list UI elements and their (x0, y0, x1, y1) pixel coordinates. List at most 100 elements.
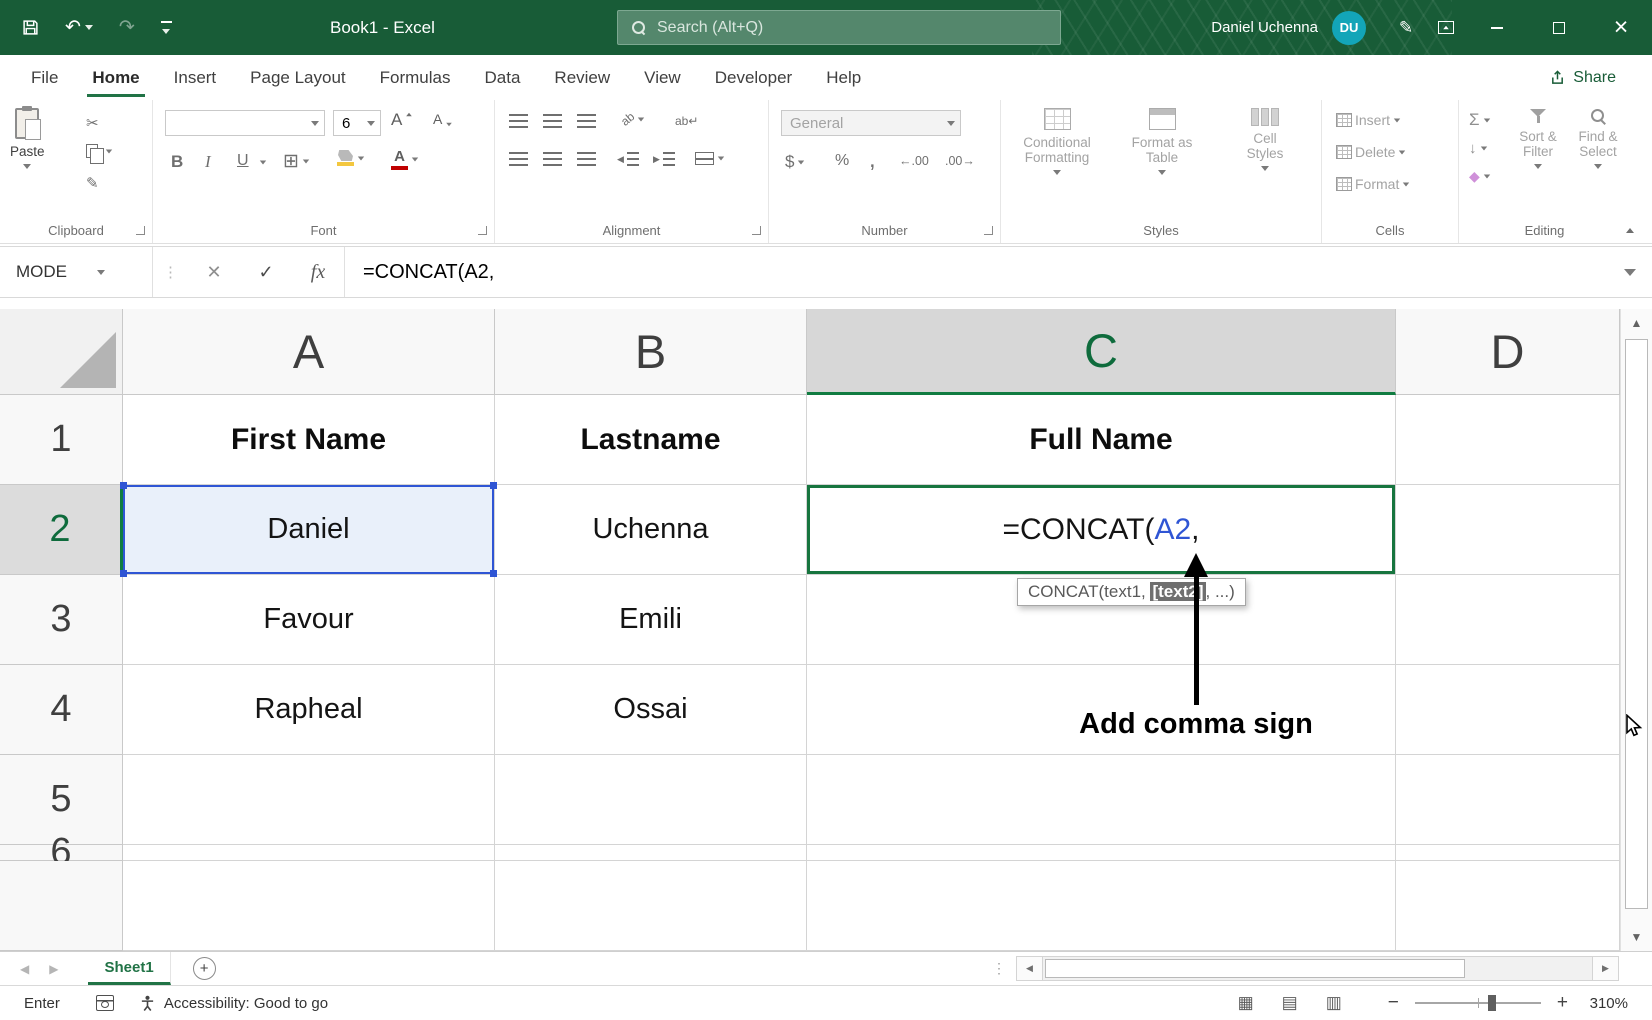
column-header-d[interactable]: D (1396, 309, 1620, 395)
cell-d3[interactable] (1396, 575, 1620, 665)
cell-b5[interactable] (495, 755, 807, 845)
cell-a2[interactable]: Daniel (123, 485, 495, 575)
horizontal-scrollbar[interactable]: ◀ ▶ (1016, 956, 1619, 981)
increase-decimal-button[interactable]: ←.00 (899, 154, 929, 168)
font-name-combo[interactable] (165, 110, 325, 136)
cell-c1[interactable]: Full Name (807, 395, 1396, 485)
cell-c2-editing[interactable]: =CONCAT(A2, (807, 485, 1396, 575)
cell-c5[interactable] (807, 755, 1396, 845)
autosum-button[interactable]: Σ (1469, 110, 1491, 130)
format-painter-button[interactable]: ✎ (86, 174, 99, 192)
cell-b6[interactable] (495, 845, 807, 861)
cell-d7[interactable] (1396, 861, 1620, 951)
clipboard-dialog-launcher[interactable] (136, 226, 145, 235)
row-header-6[interactable]: 6 (0, 845, 123, 861)
tab-file[interactable]: File (14, 55, 75, 100)
sheet-tab-sheet1[interactable]: Sheet1 (88, 952, 170, 985)
tab-help[interactable]: Help (809, 55, 878, 100)
zoom-slider[interactable] (1415, 1002, 1541, 1004)
clear-button[interactable]: ◆ (1469, 168, 1491, 185)
search-input[interactable]: Search (Alt+Q) (617, 10, 1061, 45)
comma-style-button[interactable]: , (869, 146, 876, 174)
page-layout-view-icon[interactable]: ▤ (1282, 993, 1298, 1013)
middle-align-button[interactable] (543, 114, 562, 128)
italic-button[interactable]: I (205, 152, 211, 172)
save-icon[interactable] (22, 19, 39, 36)
column-header-c[interactable]: C (807, 309, 1396, 395)
scroll-left-icon[interactable]: ◀ (1016, 956, 1043, 981)
select-all-corner[interactable] (0, 309, 123, 395)
cell-a4[interactable]: Rapheal (123, 665, 495, 755)
share-button[interactable]: Share (1550, 55, 1652, 100)
tab-formulas[interactable]: Formulas (363, 55, 468, 100)
cell-d1[interactable] (1396, 395, 1620, 485)
format-cells-button[interactable]: Format (1336, 176, 1410, 192)
row-header-3[interactable]: 3 (0, 575, 123, 665)
name-box[interactable]: MODE (0, 247, 152, 297)
alignment-dialog-launcher[interactable] (752, 226, 761, 235)
insert-cells-button[interactable]: Insert (1336, 112, 1401, 128)
row-header-1[interactable]: 1 (0, 395, 123, 485)
paste-button[interactable]: Paste (10, 108, 45, 169)
align-center-button[interactable] (543, 152, 562, 166)
tab-insert[interactable]: Insert (157, 55, 234, 100)
conditional-formatting-button[interactable]: Conditional Formatting (1007, 108, 1107, 175)
scroll-down-icon[interactable]: ▼ (1621, 930, 1652, 944)
enter-button[interactable]: ✓ (240, 247, 292, 297)
horizontal-scrollbar-thumb[interactable] (1045, 959, 1465, 978)
fill-color-button[interactable] (337, 150, 365, 166)
vertical-scrollbar[interactable]: ▲ ▼ (1620, 309, 1652, 951)
number-format-combo[interactable]: General (781, 110, 961, 136)
font-size-combo[interactable]: 6 (333, 110, 381, 136)
sort-filter-button[interactable]: Sort & Filter (1509, 108, 1567, 169)
cell-a6[interactable] (123, 845, 495, 861)
merge-center-button[interactable] (695, 152, 725, 165)
formula-input[interactable]: =CONCAT(A2, (363, 261, 494, 284)
find-select-button[interactable]: Find & Select (1571, 108, 1625, 169)
accounting-format-button[interactable]: $ (785, 152, 805, 172)
new-sheet-button[interactable]: + (193, 957, 216, 980)
cell-a1[interactable]: First Name (123, 395, 495, 485)
cell-d4[interactable] (1396, 665, 1620, 755)
scroll-right-icon[interactable]: ▶ (1592, 956, 1619, 981)
ribbon-display-options-icon[interactable] (1426, 0, 1466, 55)
insert-function-button[interactable]: fx (292, 247, 344, 297)
borders-button[interactable]: ⊞ (283, 150, 310, 173)
row-header-2[interactable]: 2 (0, 485, 123, 575)
bottom-align-button[interactable] (577, 114, 596, 128)
underline-button[interactable]: U (237, 152, 249, 170)
font-color-button[interactable]: A (391, 148, 419, 170)
expand-formula-bar-icon[interactable] (1624, 269, 1636, 276)
cell-b4[interactable]: Ossai (495, 665, 807, 755)
close-button[interactable]: × (1590, 0, 1652, 55)
user-name[interactable]: Daniel Uchenna (1211, 19, 1318, 36)
fill-button[interactable]: ↓ (1469, 140, 1488, 157)
font-dialog-launcher[interactable] (478, 226, 487, 235)
row-header-7-partial[interactable] (0, 861, 123, 951)
formula-bar-grip-icon[interactable]: ⋮ (153, 263, 188, 281)
cell-d5[interactable] (1396, 755, 1620, 845)
cell-b7[interactable] (495, 861, 807, 951)
record-macro-icon[interactable] (96, 995, 114, 1011)
collapse-ribbon-icon[interactable] (1626, 228, 1634, 233)
tab-data[interactable]: Data (468, 55, 538, 100)
horizontal-scrollbar-track[interactable] (1043, 956, 1592, 981)
wrap-text-button[interactable]: ab↵ (675, 114, 698, 128)
ink-pen-icon[interactable]: ✎ (1386, 0, 1426, 55)
undo-button[interactable]: ↶ (65, 16, 93, 39)
decrease-indent-button[interactable]: ◀ (617, 152, 639, 166)
zoom-level[interactable]: 310% (1584, 995, 1628, 1012)
grow-font-button[interactable]: A (391, 112, 413, 127)
scroll-up-icon[interactable]: ▲ (1621, 316, 1652, 330)
cell-b2[interactable]: Uchenna (495, 485, 807, 575)
cell-styles-button[interactable]: Cell Styles (1217, 108, 1313, 171)
accessibility-status[interactable]: Accessibility: Good to go (140, 995, 328, 1012)
copy-button[interactable] (86, 144, 113, 158)
redo-button[interactable]: ↷ (119, 16, 135, 39)
shrink-font-button[interactable]: A (433, 112, 453, 127)
decrease-decimal-button[interactable]: .00→ (945, 154, 975, 168)
avatar[interactable]: DU (1332, 11, 1366, 45)
tab-review[interactable]: Review (537, 55, 627, 100)
cut-button[interactable]: ✂ (86, 114, 99, 132)
vertical-scrollbar-thumb[interactable] (1625, 339, 1648, 909)
